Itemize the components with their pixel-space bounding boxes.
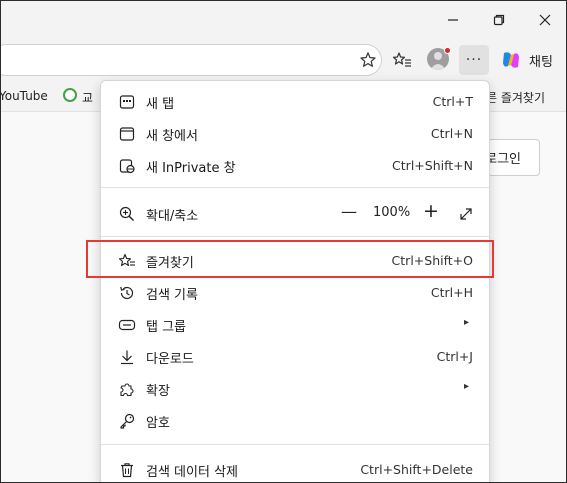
favorite-site-icon (63, 88, 77, 102)
menu-item-label: 탭 그룹 (146, 320, 187, 335)
menu-item-shortcut: Ctrl+N (430, 126, 473, 141)
close-icon (539, 14, 551, 26)
address-bar[interactable] (0, 44, 382, 76)
minimize-button[interactable] (433, 6, 473, 34)
zoom-in-button[interactable]: + (423, 200, 439, 222)
add-favorite-button[interactable] (355, 48, 381, 72)
star-add-icon (360, 52, 376, 67)
menu-item-downloads[interactable]: 다운로드 Ctrl+J (101, 340, 489, 372)
history-icon (118, 284, 136, 302)
menu-divider (101, 236, 489, 237)
submenu-arrow-icon: ▸ (463, 381, 469, 392)
favorites-button[interactable] (389, 48, 415, 72)
restore-icon (493, 14, 505, 26)
menu-item-new-window[interactable]: 새 창에서 Ctrl+N (101, 117, 489, 149)
zoom-level: 100% (373, 205, 411, 220)
fullscreen-icon[interactable] (457, 205, 475, 223)
chat-label[interactable]: 채팅 (529, 51, 553, 70)
favorite-youtube[interactable]: YouTube (0, 89, 48, 103)
favorites-icon (118, 252, 136, 270)
menu-item-label: 확대/축소 (146, 209, 199, 224)
minimize-icon (448, 19, 458, 21)
download-icon (118, 348, 136, 366)
menu-item-zoom: 확대/축소 — 100% + (101, 197, 489, 229)
submenu-arrow-icon: ▸ (463, 317, 469, 328)
delete-data-icon (118, 461, 136, 479)
settings-more-button[interactable]: ··· (459, 45, 489, 75)
menu-item-label: 새 탭 (146, 97, 175, 112)
menu-item-shortcut: Ctrl+H (430, 285, 473, 300)
menu-item-tab-groups[interactable]: 탭 그룹 ▸ (101, 308, 489, 340)
copilot-button[interactable] (498, 48, 524, 72)
menu-item-label: 암호 (146, 416, 170, 431)
zoom-icon (118, 205, 136, 223)
new-tab-icon (118, 93, 136, 111)
menu-divider (101, 187, 489, 188)
menu-item-shortcut: Ctrl+Shift+N (392, 158, 473, 173)
menu-item-label: 검색 기록 (146, 288, 198, 303)
menu-item-label: 검색 데이터 삭제 (146, 465, 238, 480)
menu-item-history[interactable]: 검색 기록 Ctrl+H (101, 276, 489, 308)
menu-item-shortcut: Ctrl+Shift+Delete (360, 462, 473, 477)
menu-item-label: 새 InPrivate 창 (146, 161, 236, 176)
title-bar (0, 0, 567, 40)
menu-item-extensions[interactable]: 확장 ▸ (101, 372, 489, 404)
restore-button[interactable] (479, 6, 519, 34)
menu-item-inprivate[interactable]: 새 InPrivate 창 Ctrl+Shift+N (101, 149, 489, 181)
extensions-icon (118, 380, 136, 398)
menu-item-favorites[interactable]: 즐겨찾기 Ctrl+Shift+O (101, 244, 489, 276)
menu-item-shortcut: Ctrl+T (432, 94, 473, 109)
other-favorites[interactable]: 른 즐겨찾기 (486, 89, 545, 106)
zoom-out-button[interactable]: — (341, 202, 357, 221)
menu-item-delete-browsing-data[interactable]: 검색 데이터 삭제 Ctrl+Shift+Delete (101, 453, 489, 483)
menu-item-shortcut: Ctrl+Shift+O (391, 253, 473, 268)
password-icon (118, 412, 136, 430)
menu-divider (101, 444, 489, 445)
inprivate-icon (118, 157, 136, 175)
settings-menu: 새 탭 Ctrl+T 새 창에서 Ctrl+N 새 InPrivate 창 Ct… (100, 80, 490, 483)
favorites-list-icon (392, 52, 411, 67)
tab-groups-icon (118, 316, 136, 334)
menu-item-label: 다운로드 (146, 352, 194, 367)
notification-dot (444, 47, 451, 54)
menu-item-label: 새 창에서 (146, 129, 198, 144)
favorite-item-2[interactable]: 교 (82, 89, 93, 106)
menu-item-label: 확장 (146, 384, 170, 399)
new-window-icon (118, 125, 136, 143)
menu-item-shortcut: Ctrl+J (436, 349, 473, 364)
menu-item-label: 즐겨찾기 (146, 256, 194, 271)
menu-item-passwords[interactable]: 암호 (101, 404, 489, 436)
menu-item-new-tab[interactable]: 새 탭 Ctrl+T (101, 85, 489, 117)
close-button[interactable] (525, 6, 565, 34)
copilot-icon (503, 52, 519, 68)
